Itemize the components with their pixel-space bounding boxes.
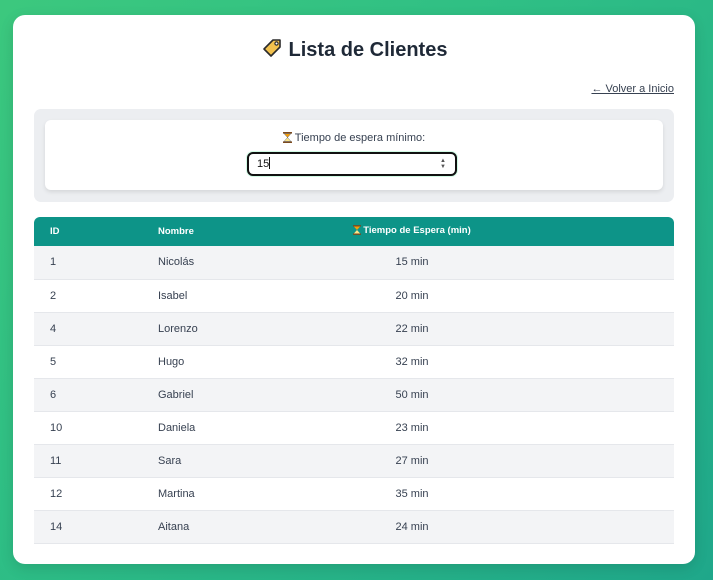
- filter-panel: Tiempo de espera mínimo: 15 ▲ ▼: [34, 109, 674, 202]
- main-card: Lista de Clientes ← Volver a Inicio Tiem…: [13, 15, 695, 564]
- cell-wait: 22 min: [395, 322, 429, 335]
- back-to-home-link[interactable]: ← Volver a Inicio: [591, 83, 674, 95]
- cell-id: 5: [50, 355, 57, 368]
- cell-name: Nicolás: [158, 256, 195, 269]
- filter-label: Tiempo de espera mínimo:: [294, 132, 426, 144]
- header-name: Nombre: [158, 226, 194, 237]
- number-spinner[interactable]: ▲ ▼: [439, 158, 447, 170]
- cell-id: 1: [50, 256, 57, 269]
- cell-id: 10: [50, 421, 63, 434]
- cell-wait: 35 min: [395, 487, 429, 500]
- cell-name: Aitana: [158, 520, 190, 533]
- table-row: 10 Daniela 23 min: [34, 411, 674, 444]
- cell-wait: 27 min: [395, 454, 429, 467]
- cell-name: Gabriel: [158, 388, 194, 401]
- clients-table: ID Nombre Tiempo de Espera (min) 1 Nicol…: [34, 217, 674, 544]
- page-title: Lista de Clientes: [288, 39, 448, 61]
- hourglass-icon: [282, 132, 292, 146]
- cell-wait: 23 min: [395, 421, 429, 434]
- cell-name: Hugo: [158, 355, 185, 368]
- cell-name: Sara: [158, 454, 182, 467]
- filter-label-row: Tiempo de espera mínimo:: [45, 132, 663, 146]
- min-wait-value: 15: [257, 158, 270, 170]
- cell-name: Isabel: [158, 289, 188, 302]
- cell-id: 4: [50, 322, 57, 335]
- tag-icon: [261, 37, 283, 65]
- table-row: 5 Hugo 32 min: [34, 345, 674, 378]
- header-wait: Tiempo de Espera (min): [328, 217, 674, 246]
- cell-id: 12: [50, 487, 63, 500]
- table-row: 1 Nicolás 15 min: [34, 246, 674, 279]
- cell-id: 6: [50, 388, 57, 401]
- spinner-down-icon[interactable]: ▼: [439, 164, 447, 170]
- text-caret: [269, 157, 271, 169]
- page-header: Lista de Clientes: [13, 37, 695, 65]
- table-header-row: ID Nombre Tiempo de Espera (min): [34, 217, 674, 246]
- cell-id: 11: [50, 454, 62, 467]
- cell-wait: 50 min: [395, 388, 429, 401]
- cell-wait: 32 min: [395, 355, 429, 368]
- table-row: 2 Isabel 20 min: [34, 279, 674, 312]
- table-row: 12 Martina 35 min: [34, 477, 674, 510]
- table-row: 6 Gabriel 50 min: [34, 378, 674, 411]
- cell-name: Martina: [158, 487, 195, 500]
- header-id: ID: [50, 226, 60, 237]
- cell-name: Daniela: [158, 421, 196, 434]
- filter-box: Tiempo de espera mínimo: 15 ▲ ▼: [45, 120, 663, 190]
- cell-name: Lorenzo: [158, 322, 198, 335]
- header-wait-label: Tiempo de Espera (min): [363, 225, 471, 236]
- table-row: 11 Sara 27 min: [34, 444, 674, 477]
- cell-wait: 15 min: [395, 256, 429, 269]
- cell-id: 2: [50, 289, 57, 302]
- table-row: 4 Lorenzo 22 min: [34, 312, 674, 345]
- table-row: 14 Aitana 24 min: [34, 510, 674, 543]
- min-wait-input[interactable]: 15 ▲ ▼: [247, 152, 457, 176]
- cell-wait: 20 min: [395, 289, 429, 302]
- hourglass-icon: [353, 225, 362, 238]
- cell-id: 14: [50, 520, 63, 533]
- cell-wait: 24 min: [395, 520, 429, 533]
